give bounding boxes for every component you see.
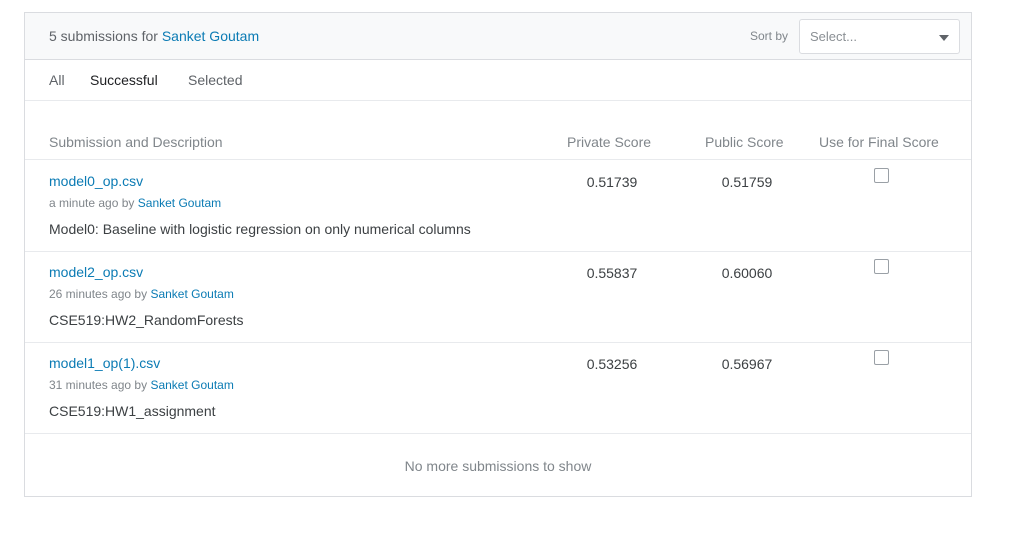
tab-selected[interactable]: Selected <box>188 72 242 88</box>
submitter-link[interactable]: Sanket Goutam <box>150 378 233 392</box>
table-row: model0_op.csv a minute ago by Sanket Gou… <box>25 160 971 252</box>
column-submission: Submission and Description <box>49 134 223 150</box>
submission-description: Model0: Baseline with logistic regressio… <box>49 221 471 237</box>
sort-by-label: Sort by <box>750 29 789 43</box>
submission-meta: a minute ago by Sanket Goutam <box>49 196 221 210</box>
public-score: 0.51759 <box>721 174 773 190</box>
submitter-link[interactable]: Sanket Goutam <box>138 196 221 210</box>
user-link[interactable]: Sanket Goutam <box>162 28 259 44</box>
submission-time: a minute ago <box>49 196 119 210</box>
submissions-header: 5 submissions for Sanket Goutam Sort by … <box>25 13 971 60</box>
private-score: 0.53256 <box>586 356 638 372</box>
sort-select[interactable]: Select... <box>799 19 960 54</box>
chevron-down-icon <box>939 35 949 41</box>
by-text: by <box>121 196 135 210</box>
column-public-score: Public Score <box>705 134 784 150</box>
submission-description: CSE519:HW2_RandomForests <box>49 312 244 328</box>
tab-all[interactable]: All <box>49 72 65 88</box>
by-text: by <box>134 287 148 301</box>
table-header: Submission and Description Private Score… <box>25 131 971 160</box>
private-score: 0.55837 <box>586 265 638 281</box>
filter-tabs: All Successful Selected <box>25 60 971 101</box>
submission-file-link[interactable]: model1_op(1).csv <box>49 355 160 371</box>
column-final-score: Use for Final Score <box>819 134 939 150</box>
no-more-submissions-text: No more submissions to show <box>404 458 592 474</box>
tab-successful[interactable]: Successful <box>90 72 158 88</box>
use-for-final-checkbox[interactable] <box>874 168 889 183</box>
use-for-final-checkbox[interactable] <box>874 259 889 274</box>
public-score: 0.56967 <box>721 356 773 372</box>
submissions-title: 5 submissions for Sanket Goutam <box>49 28 259 44</box>
submissions-panel: 5 submissions for Sanket Goutam Sort by … <box>24 12 972 497</box>
submission-count: 5 submissions for <box>49 28 158 44</box>
table-row: model2_op.csv 26 minutes ago by Sanket G… <box>25 251 971 343</box>
submission-time: 31 minutes ago <box>49 378 132 392</box>
submitter-link[interactable]: Sanket Goutam <box>150 287 233 301</box>
submission-file-link[interactable]: model2_op.csv <box>49 264 143 280</box>
public-score: 0.60060 <box>721 265 773 281</box>
sort-placeholder: Select... <box>810 29 857 44</box>
use-for-final-checkbox[interactable] <box>874 350 889 365</box>
table-row: model1_op(1).csv 31 minutes ago by Sanke… <box>25 342 971 434</box>
private-score: 0.51739 <box>586 174 638 190</box>
submission-file-link[interactable]: model0_op.csv <box>49 173 143 189</box>
submission-meta: 26 minutes ago by Sanket Goutam <box>49 287 234 301</box>
submission-description: CSE519:HW1_assignment <box>49 403 216 419</box>
by-text: by <box>134 378 148 392</box>
submission-meta: 31 minutes ago by Sanket Goutam <box>49 378 234 392</box>
column-private-score: Private Score <box>567 134 652 150</box>
submission-time: 26 minutes ago <box>49 287 132 301</box>
